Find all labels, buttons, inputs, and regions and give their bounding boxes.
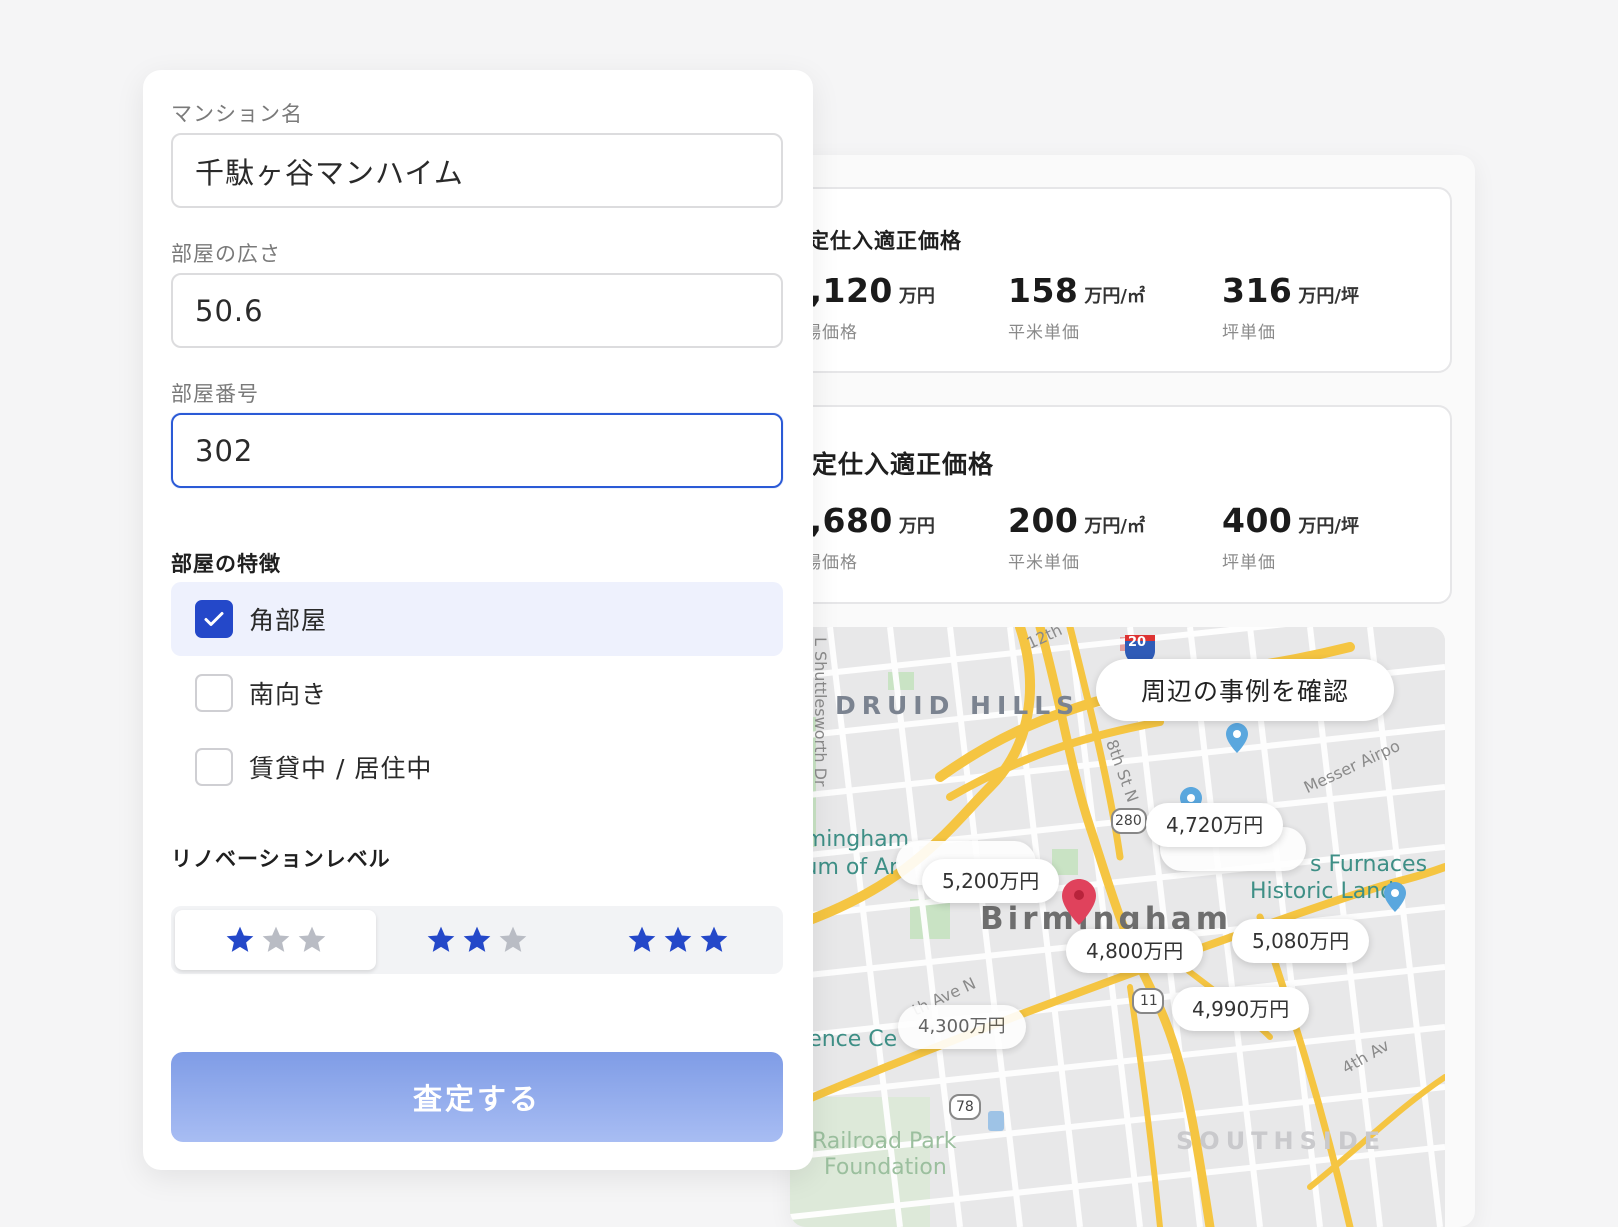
star-filled-icon [628, 926, 656, 952]
price-bubble[interactable]: 4,800万円 [1066, 929, 1204, 973]
stat-caption: 平米単価 [1008, 323, 1080, 343]
stat-unit: 万円/坪 [1298, 516, 1359, 537]
stat-value: 158 [1008, 271, 1079, 310]
route-shield: 11 [1140, 993, 1158, 1009]
price-card-title: 推定仕入適正価格 [790, 450, 995, 479]
room-features-title: 部屋の特徴 [171, 552, 281, 576]
sqm-price-stat: 200 万円/㎡ 平米単価 [1008, 501, 1145, 573]
star-filled-icon [664, 926, 692, 952]
route-shield: 78 [956, 1099, 974, 1115]
price-bubble[interactable]: 5,080万円 [1232, 919, 1370, 963]
nearby-cases-button[interactable]: 周辺の事例を確認 [1096, 659, 1394, 721]
room-size-label: 部屋の広さ [171, 242, 281, 266]
location-pin-icon[interactable] [1384, 882, 1406, 912]
submit-appraisal-button[interactable]: 査定する [171, 1052, 783, 1142]
star-empty-icon [499, 926, 527, 952]
target-location-pin-icon [1062, 879, 1096, 925]
renovation-level-1[interactable] [175, 910, 377, 970]
stat-caption: 坪単価 [1222, 553, 1276, 573]
checkbox-checked-icon[interactable] [195, 600, 233, 638]
location-pin-icon[interactable] [1226, 723, 1248, 753]
room-size-input[interactable] [171, 273, 783, 348]
interstate-shield: 20 [1128, 635, 1147, 650]
tsubo-price-stat: 400 万円/坪 坪単価 [1222, 501, 1359, 573]
stat-unit: 万円/㎡ [1084, 516, 1145, 537]
stat-unit: 万円 [898, 516, 935, 537]
price-card-2: 推定仕入適正価格 7,680 万円 相場価格 200 万円/㎡ 平米単価 400 万円… [790, 405, 1452, 604]
price-card-title: 推定仕入適正価格 [790, 229, 962, 253]
stat-caption: 平米単価 [1008, 553, 1080, 573]
mansion-name-input[interactable] [171, 133, 783, 208]
renovation-level-2[interactable] [376, 910, 577, 970]
star-filled-icon [463, 926, 491, 952]
price-bubble[interactable]: 5,200万円 [922, 859, 1060, 903]
appraisal-form: マンション名 部屋の広さ 部屋番号 部屋の特徴 角部屋 南向き 賃貸中 / 居住… [143, 70, 813, 1170]
star-filled-icon [427, 926, 455, 952]
price-card-1: 推定仕入適正価格 6,120 万円 相場価格 158 万円/㎡ 平米単価 316 万円… [790, 187, 1452, 373]
price-bubble[interactable]: 4,990万円 [1172, 987, 1310, 1031]
renovation-level-3[interactable] [578, 910, 779, 970]
star-empty-icon [298, 926, 325, 952]
stat-unit: 万円/㎡ [1084, 286, 1145, 307]
map-label-district: DRUID HILLS [835, 691, 1081, 720]
room-number-input[interactable] [171, 413, 783, 488]
feature-label: 角部屋 [249, 606, 328, 635]
stat-value: 316 [1222, 271, 1293, 310]
stat-unit: 万円 [898, 286, 935, 307]
feature-occupied[interactable]: 賃貸中 / 居住中 [171, 730, 783, 804]
room-number-label: 部屋番号 [171, 382, 259, 406]
renovation-level-selector [171, 906, 783, 974]
map-label-poi: Historic Land [1250, 879, 1395, 904]
star-empty-icon [262, 926, 289, 952]
mansion-name-label: マンション名 [171, 102, 303, 126]
tsubo-price-stat: 316 万円/坪 坪単価 [1222, 271, 1359, 343]
map-label-poi: s Furnaces [1310, 852, 1428, 877]
map-label-district: SOUTHSIDE [1176, 1127, 1387, 1155]
sqm-price-stat: 158 万円/㎡ 平米単価 [1008, 271, 1145, 343]
star-filled-icon [226, 926, 253, 952]
checkbox-icon[interactable] [195, 748, 233, 786]
feature-label: 賃貸中 / 居住中 [249, 754, 433, 783]
renovation-level-title: リノベーションレベル [171, 847, 391, 871]
map-label-street: L Shuttlesworth Dr [811, 637, 830, 787]
route-shield: 280 [1115, 813, 1142, 829]
feature-corner-room[interactable]: 角部屋 [171, 582, 783, 656]
map-label-park: Railroad Park [812, 1129, 957, 1154]
nearby-cases-map[interactable]: DRUID HILLS L Shuttlesworth Dr 12th 8th … [790, 627, 1445, 1227]
stat-unit: 万円/坪 [1298, 286, 1359, 307]
stat-value: 400 [1222, 501, 1293, 540]
stat-value: 200 [1008, 501, 1079, 540]
price-bubble[interactable]: 4,300万円 [898, 1005, 1026, 1049]
checkbox-icon[interactable] [195, 674, 233, 712]
feature-label: 南向き [249, 680, 328, 709]
map-label-park: Foundation [824, 1155, 947, 1180]
stat-caption: 坪単価 [1222, 323, 1276, 343]
star-filled-icon [700, 926, 728, 952]
results-panel: 推定仕入適正価格 6,120 万円 相場価格 158 万円/㎡ 平米単価 316 万円… [790, 155, 1475, 1227]
feature-south-facing[interactable]: 南向き [171, 656, 783, 730]
price-bubble[interactable]: 4,720万円 [1146, 803, 1284, 847]
